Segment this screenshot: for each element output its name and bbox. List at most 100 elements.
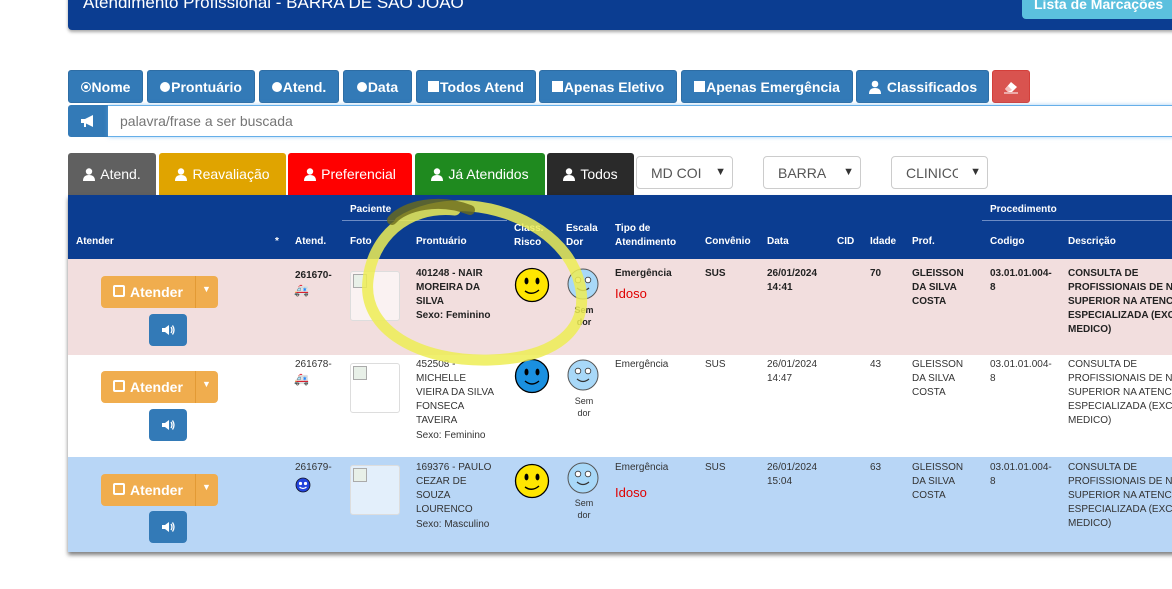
select-setor[interactable]: CLINICO ▼ (891, 156, 988, 189)
pain-label: Sem dor (574, 396, 594, 418)
search-announce-button[interactable] (68, 105, 108, 137)
face-icon (295, 477, 311, 493)
atender-label: Atender (130, 284, 183, 300)
tab-label: Preferencial (321, 166, 396, 182)
idade: 63 (870, 462, 882, 473)
patient-prontuario[interactable]: 401248 - NAIR MOREIRA DA SILVA (416, 267, 483, 309)
tab-label: Reavaliação (192, 166, 270, 182)
procedimento-descricao: CONSULTA DE PROFISSIONAIS DE N SUPERIOR … (1068, 268, 1172, 335)
call-patient-button[interactable] (149, 314, 187, 346)
table-row[interactable]: Atender ▼ 261670- 🚑 401248 - NAIR MOREIR… (68, 259, 1172, 355)
chevron-down-icon: ▼ (715, 166, 726, 178)
divider (195, 371, 196, 403)
user-icon (83, 167, 96, 181)
broken-image-icon (353, 366, 367, 380)
procedimento-codigo: 03.01.01.004- 8 (990, 268, 1052, 293)
procedimento-descricao: CONSULTA DE PROFISSIONAIS DE N SUPERIOR … (1068, 462, 1172, 529)
filter-apenas-emergencia-checkbox[interactable]: Apenas Emergência (681, 70, 853, 103)
chevron-down-icon: ▼ (970, 166, 981, 178)
header-convenio: Convênio (705, 236, 751, 247)
convenio: SUS (705, 268, 726, 279)
filter-label: Apenas Emergência (706, 78, 840, 95)
user-icon (563, 167, 576, 181)
caret-down-icon[interactable]: ▼ (202, 379, 211, 389)
data-hora: 26/01/2024 14:47 (767, 359, 818, 384)
filter-label: Classificados (886, 78, 978, 95)
table-row[interactable]: Atender ▼ 261679- 169376 - PAULO CEZAR D… (68, 457, 1172, 552)
caret-down-icon[interactable]: ▼ (202, 284, 211, 294)
call-patient-button[interactable] (149, 409, 187, 441)
filter-label: Prontuário (171, 78, 242, 95)
patient-prontuario[interactable]: 169376 - PAULO CEZAR DE SOUZA LOURENCO (416, 461, 491, 517)
atender-button[interactable]: Atender ▼ (101, 371, 218, 403)
radio-checked-icon (80, 81, 91, 92)
search-row (68, 105, 1172, 137)
tab-reavaliacao[interactable]: Reavaliação (159, 153, 286, 195)
patient-photo (350, 465, 400, 515)
header-divider (342, 220, 507, 221)
pain-scale-no-pain-icon (567, 268, 599, 300)
ambulance-icon: 🚑 (294, 283, 309, 297)
select-value: BARRA (778, 164, 827, 181)
eraser-icon (1004, 81, 1018, 93)
clear-filters-button[interactable] (992, 70, 1030, 103)
chevron-down-icon: ▼ (843, 166, 854, 178)
filter-todos-atend-checkbox[interactable]: Todos Atend (416, 70, 536, 103)
filter-apenas-eletivo-checkbox[interactable]: Apenas Eletivo (539, 70, 677, 103)
atend-number: 261678- (295, 359, 332, 370)
profissional: GLEISSON DA SILVA COSTA (912, 462, 964, 501)
pain-scale-no-pain-icon (567, 462, 599, 494)
divider (195, 276, 196, 308)
patient-sex: Sexo: Feminino (416, 430, 486, 441)
checkbox-icon (428, 81, 439, 92)
caret-down-icon[interactable]: ▼ (202, 482, 211, 492)
atender-label: Atender (130, 482, 183, 498)
table-row[interactable]: Atender ▼ 261678- 🚑 452508 - MICHELLE VI… (68, 355, 1172, 457)
atend-number: 261679- (295, 462, 332, 473)
tab-atend[interactable]: Atend. (68, 153, 156, 195)
tab-todos[interactable]: Todos (547, 153, 634, 195)
filter-prontuario-radio[interactable]: Prontuário (147, 70, 255, 103)
header-star: * (275, 236, 279, 247)
header-foto: Foto (350, 236, 372, 247)
divider (195, 474, 196, 506)
tipo-atendimento: Emergência (615, 268, 672, 279)
tab-label: Todos (580, 166, 618, 182)
filter-nome-radio[interactable]: Nome (68, 70, 143, 103)
filter-data-radio[interactable]: Data (343, 70, 412, 103)
edit-icon (113, 380, 125, 392)
volume-icon (162, 420, 175, 430)
header-atender: Atender (76, 236, 114, 247)
tab-ja-atendidos[interactable]: Já Atendidos (415, 153, 545, 195)
convenio: SUS (705, 462, 726, 473)
header-procedimento: Procedimento (990, 204, 1057, 215)
header-tipo-atendimento: Tipo de Atendimento (615, 223, 677, 248)
data-hora: 26/01/2024 15:04 (767, 462, 818, 487)
call-patient-button[interactable] (149, 511, 187, 543)
filter-label: Todos Atend (440, 78, 524, 95)
procedimento-codigo: 03.01.01.004- 8 (990, 462, 1052, 487)
pain-label: Sem dor (574, 498, 594, 520)
header-escala-dor: Escala Dor (566, 223, 598, 248)
atender-button[interactable]: Atender ▼ (101, 474, 218, 506)
pain-label: Sem dor (574, 305, 594, 327)
user-icon (868, 80, 881, 94)
patients-table: Atender * Atend. Paciente Foto Prontuári… (68, 195, 1172, 552)
header-codigo: Codigo (990, 236, 1025, 247)
filter-classificados-button[interactable]: Classificados (856, 70, 989, 103)
procedimento-codigo: 03.01.01.004- 8 (990, 359, 1052, 384)
lista-marcacoes-button[interactable]: Lista de Marcações (1022, 0, 1172, 19)
broken-image-icon (353, 274, 367, 288)
select-unidade[interactable]: BARRA ▼ (763, 156, 861, 189)
select-medico[interactable]: MD COI ▼ (636, 156, 733, 189)
search-input[interactable] (108, 105, 1172, 137)
filter-atend-radio[interactable]: Atend. (259, 70, 339, 103)
patient-prontuario[interactable]: 452508 - MICHELLE VIEIRA DA SILVA FONSEC… (416, 358, 494, 428)
tab-preferencial[interactable]: Preferencial (288, 153, 412, 195)
ambulance-icon: 🚑 (294, 372, 309, 386)
user-icon (431, 167, 444, 181)
atender-button[interactable]: Atender ▼ (101, 276, 218, 308)
patient-photo (350, 271, 400, 321)
header-divider (982, 220, 1172, 221)
idoso-flag: Idoso (615, 286, 647, 301)
